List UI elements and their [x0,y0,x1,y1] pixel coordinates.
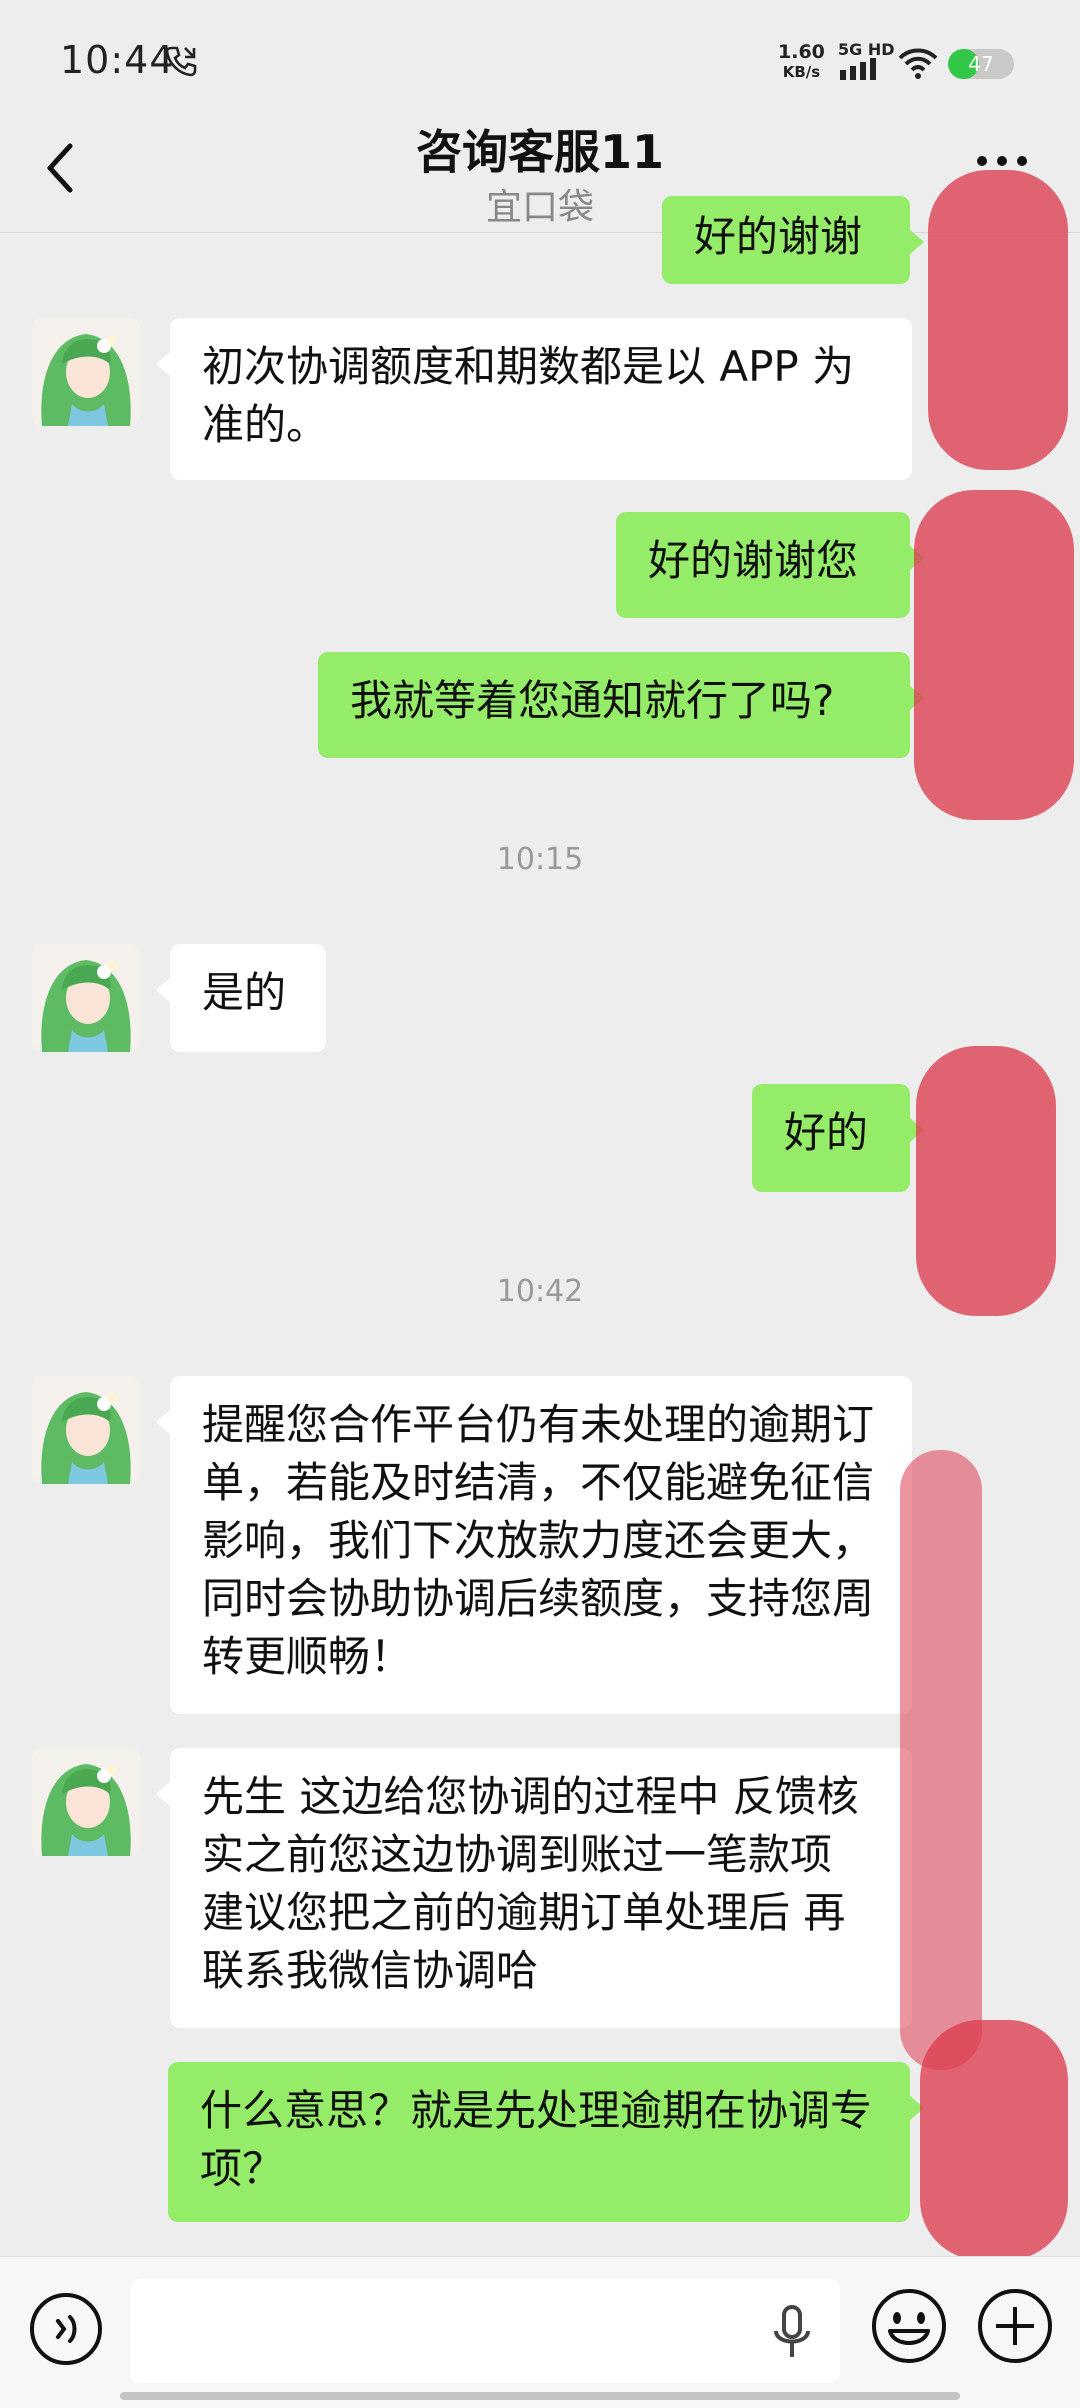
battery-indicator: 47 [948,49,1014,79]
net-speed-unit: KB/s [782,63,821,81]
status-time: 10:44 [60,38,175,82]
message-bubble-other[interactable]: 提醒您合作平台仍有未处理的逾期订单，若能及时结清，不仅能避免征信影响，我们下次放… [156,1376,912,1714]
timestamp: 10:42 [496,1274,584,1309]
message-bubble-own[interactable]: 我就等着您通知就行了吗? [318,652,924,758]
redaction-mark [928,170,1068,470]
message-bubble-own[interactable]: 好的谢谢 [662,196,924,284]
message-bubble-other[interactable]: 初次协调额度和期数都是以 APP 为准的。 [156,318,912,480]
avatar[interactable] [32,944,140,1052]
net-speed: 1.60 KB/s [778,42,825,82]
net-speed-value: 1.60 [778,41,825,63]
chat-header: 咨询客服11 宜口袋 [0,110,1080,233]
redaction-mark [916,1046,1056,1316]
message-bubble-other[interactable]: 是的 [156,944,326,1052]
input-bar [0,2256,1080,2408]
mic-icon[interactable] [772,2303,812,2363]
avatar-image [32,944,140,1052]
voice-button[interactable] [28,2291,104,2367]
avatar-image [32,1748,140,1856]
message-bubble-other[interactable]: 先生 这边给您协调的过程中 反馈核实之前您这边协调到账过一笔款项 建议您把之前的… [156,1748,912,2028]
wifi-icon [898,48,938,79]
signal-icon [840,58,876,80]
redaction-mark [920,2020,1068,2260]
avatar[interactable] [32,1376,140,1484]
status-bar: 10:44 1.60 KB/s 5G HD 47 [0,0,1080,120]
nav-indicator [620,2392,960,2400]
plus-button[interactable] [976,2287,1054,2365]
more-dots-icon [977,156,1027,166]
avatar[interactable] [32,1748,140,1856]
message-bubble-own[interactable]: 好的 [752,1084,924,1192]
message-bubble-own[interactable]: 好的谢谢您 [616,512,924,618]
call-icon [165,46,197,77]
battery-level: 47 [968,52,994,76]
redaction-mark [900,1450,982,2070]
message-bubble-own[interactable]: 什么意思？就是先处理逾期在协调专项？ [168,2062,924,2222]
timestamp: 10:15 [496,842,584,877]
emoji-icon [872,2289,946,2363]
page-subtitle: 宜口袋 [485,187,594,228]
avatar-image [32,318,140,426]
chat-screen: 10:44 1.60 KB/s 5G HD 47 咨询客服11 宜口袋 好的谢谢… [0,0,1080,2408]
avatar-image [32,1376,140,1484]
avatar[interactable] [32,318,140,426]
emoji-button[interactable] [870,2287,948,2365]
message-input[interactable] [130,2279,840,2383]
page-title: 咨询客服11 [415,125,664,179]
voice-icon [30,2293,102,2365]
redaction-mark [914,490,1074,820]
plus-icon [978,2289,1052,2363]
